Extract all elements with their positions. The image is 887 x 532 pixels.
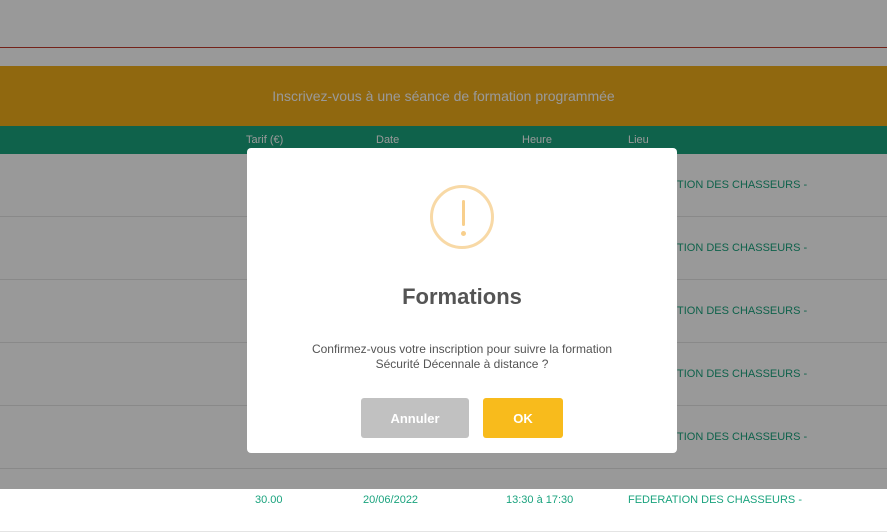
dialog-message-line2: Sécurité Décennale à distance ? [375,357,549,371]
warning-icon [430,185,494,249]
ok-button[interactable]: OK [483,398,563,438]
warning-icon-dot [461,231,466,236]
dialog-title: Formations [402,284,522,309]
cancel-button[interactable]: Annuler [361,398,469,438]
dialog-message: Confirmez-vous votre inscription pour su… [267,342,657,372]
warning-icon-bar [462,200,465,226]
dialog-message-line1: Confirmez-vous votre inscription pour su… [311,342,613,356]
confirm-dialog: Formations Confirmez-vous votre inscript… [247,148,677,453]
